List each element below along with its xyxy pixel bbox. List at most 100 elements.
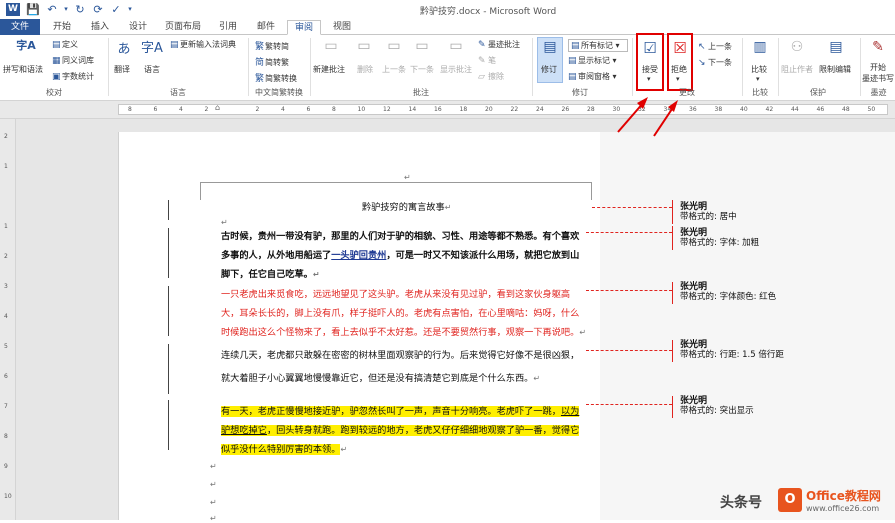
paragraph-mark: ↵ [210,480,217,489]
revision-balloon[interactable]: 张光明 带格式的: 居中 [680,202,737,222]
restrict-editing-button[interactable]: 限制编辑 [819,64,851,75]
translate-button[interactable]: 翻译 [114,64,130,75]
block-authors-button[interactable]: 阻止作者 [781,64,813,75]
balloon-author: 张光明 [680,202,708,212]
next-comment-icon[interactable]: ▭ [412,38,432,54]
convert-label: 简繁转换 [265,74,297,83]
highlighted-run: ，回头转身就跑。跑到较远的地方，老虎又仔仔细细地观察了驴一番，觉得它 [266,425,580,436]
thesaurus-button[interactable]: ▦同义词库 [52,55,94,66]
balloon-author: 张光明 [680,396,708,406]
revision-balloon[interactable]: 张光明 带格式的: 行距: 1.5 倍行距 [680,340,784,360]
check-icon[interactable]: ✓ [110,3,122,16]
redo-icon[interactable]: ↻ [74,3,86,16]
arrowhead-icon [668,100,678,112]
markup-select[interactable]: ▤所有标记 ▾ [568,39,628,52]
previous-change-button[interactable]: ↖ 上一条 [698,41,732,52]
chevron-down-icon[interactable]: ▾ [756,75,760,83]
erase-button[interactable]: ▱ 擦除 [478,71,504,82]
language-icon[interactable]: 字A [140,37,164,56]
accept-icon[interactable]: ☑ [639,39,661,57]
to-traditional-button[interactable]: 简简转繁 [255,55,289,68]
ink-comment-button[interactable]: ✎ 墨迹批注 [478,39,520,50]
group-label-ink: 墨迹 [870,88,887,97]
delete-comment-icon[interactable]: ▭ [354,38,374,54]
define-button[interactable]: ▤定义 [52,39,78,50]
next-change-button[interactable]: ↘ 下一条 [698,57,732,68]
paragraph-2-line-2: 大，耳朵长长的，脚上没有爪，样子挺吓人的。老虎有点害怕，在心里嘀咕：妈呀，什么 [221,308,580,319]
pen-button[interactable]: ✎ 笔 [478,55,496,66]
undo-icon[interactable]: ↶ [46,3,58,16]
word-app-icon[interactable]: W [6,3,20,16]
paragraph-4-line-3: 似乎没什么特别厉害的本领。↵ [221,440,347,460]
balloon-author: 张光明 [680,228,708,238]
balloon-body: 带格式的: 行距: 1.5 倍行距 [680,350,784,360]
vertical-ruler[interactable]: 2 1 1 2 3 4 5 6 7 8 9 10 [0,119,16,520]
watermark-brand: Office教程网 [806,489,881,503]
refresh-icon[interactable]: ⟳ [92,3,104,16]
indent-marker-icon[interactable]: ⌂ [215,103,220,112]
revision-balloon[interactable]: 张光明 带格式的: 字体: 加粗 [680,228,759,248]
show-markup-button[interactable]: ▤显示标记 ▾ [568,55,617,66]
to-simplified-button[interactable]: 繁繁转简 [255,39,289,52]
tab-review[interactable]: 审阅 [287,20,321,35]
reject-icon[interactable]: ☒ [670,39,690,57]
tab-mailings[interactable]: 邮件 [250,20,282,35]
paragraph-4-line-2: 驴想吃掉它，回头转身就跑。跑到较远的地方，老虎又仔仔细细地观察了驴一番，觉得它 [221,421,580,441]
tab-design[interactable]: 设计 [122,20,154,35]
new-comment-button[interactable]: 新建批注 [313,64,345,75]
tab-view[interactable]: 视图 [326,20,358,35]
tab-page-layout[interactable]: 页面布局 [160,20,206,35]
tab-references[interactable]: 引用 [212,20,244,35]
change-bar [168,228,169,278]
group-label-language: 语言 [170,88,186,97]
tab-home[interactable]: 开始 [46,20,78,35]
group-label-compare: 比较 [752,88,768,97]
track-changes-label: 修订 [541,65,557,74]
change-bar [168,344,169,394]
undo-dropdown-icon[interactable]: ▾ [62,5,70,18]
ruler-tick-label: 28 [587,106,595,113]
save-icon[interactable]: 💾 [26,3,40,16]
revision-balloon[interactable]: 张光明 带格式的: 字体颜色: 红色 [680,282,776,302]
spelling-icon[interactable]: 字A [14,37,38,53]
previous-icon: ↖ [698,42,706,52]
show-markup-icon: ▤ [568,56,577,66]
show-comments-icon[interactable]: ▭ [446,38,466,54]
compare-button[interactable]: 比较 [751,64,767,75]
language-button[interactable]: 语言 [144,64,160,75]
revision-balloon[interactable]: 张光明 带格式的: 突出显示 [680,396,754,416]
translate-icon[interactable]: あ [113,38,135,57]
previous-comment-icon[interactable]: ▭ [384,38,404,54]
previous-comment-button[interactable]: 上一条 [382,64,406,75]
accept-button[interactable]: 接受 [642,64,658,75]
tab-insert[interactable]: 插入 [84,20,116,35]
reject-button[interactable]: 拒绝 [671,64,687,75]
spelling-grammar-button[interactable]: 拼写和语法 [3,64,43,75]
word-count-button[interactable]: ▣字数统计 [52,71,94,82]
update-ime-button[interactable]: ▤更新输入法词典 [170,39,236,50]
convert-button[interactable]: 繁简繁转换 [255,71,297,84]
balloon-author: 张光明 [680,282,708,292]
ink-start-icon[interactable]: ✎ [868,39,888,55]
paragraph-mark: ↵ [210,498,217,507]
update-ime-label: 更新输入法词典 [180,40,236,49]
tab-file[interactable]: 文件 [0,19,40,35]
change-bar [168,286,169,336]
office-logo-icon: O [778,488,802,512]
group-separator [860,38,861,96]
customize-qat-icon[interactable]: ▾ [126,5,134,18]
start-ink-button[interactable]: 开始 [870,62,886,73]
restrict-editing-icon[interactable]: ▤ [826,39,846,55]
watermark-url: www.office26.com [806,504,880,513]
delete-comment-button[interactable]: 删除 [357,64,373,75]
watermark: 头条号 O Office教程网 www.office26.com [720,484,895,520]
ink-icon: ✎ [478,40,486,50]
compare-icon[interactable]: ▥ [749,39,771,55]
new-comment-icon[interactable]: ▭ [320,38,342,54]
show-comments-button[interactable]: 显示批注 [440,64,472,75]
horizontal-ruler[interactable]: 8 6 4 2 2 4 6 8 10 12 14 16 18 20 22 24 26 28 30 32 34 36 38 40… [0,101,895,119]
next-comment-button[interactable]: 下一条 [410,64,434,75]
block-authors-icon[interactable]: ⚇ [786,39,808,55]
word-count-icon: ▣ [52,72,61,82]
ruler-tick-label: 38 [714,106,723,113]
